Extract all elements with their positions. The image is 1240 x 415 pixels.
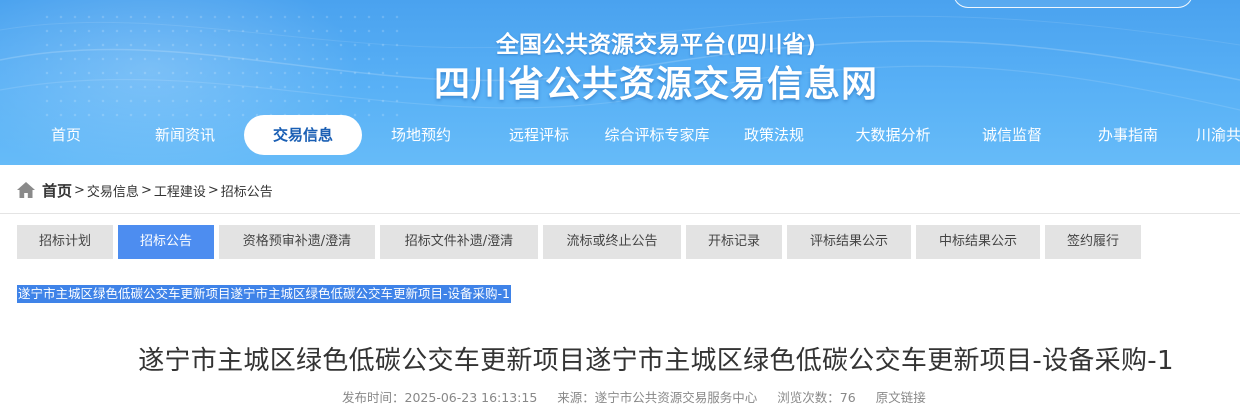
- breadcrumb-separator: >: [207, 182, 219, 198]
- original-link[interactable]: 原文链接: [876, 390, 926, 405]
- tab-contract-performance[interactable]: 签约履行: [1045, 225, 1141, 259]
- search-input[interactable]: [953, 0, 1193, 8]
- nav-item-chuanyu[interactable]: 川渝共: [1196, 115, 1240, 155]
- header-banner: 全国公共资源交易平台(四川省) 四川省公共资源交易信息网 首页 新闻资讯 交易信…: [0, 0, 1240, 165]
- breadcrumb-engineering[interactable]: 工程建设: [154, 181, 206, 200]
- publish-time-value: 2025-06-23 16:13:15: [404, 390, 538, 405]
- nav-item-policy[interactable]: 政策法规: [728, 115, 820, 155]
- source-label: 来源：: [557, 390, 595, 405]
- publish-time: 发布时间：2025-06-23 16:13:15: [342, 390, 537, 405]
- site-title: 四川省公共资源交易信息网: [433, 64, 878, 105]
- tab-tender-doc-addendum[interactable]: 招标文件补遗/澄清: [380, 225, 538, 259]
- breadcrumb-home[interactable]: 首页: [42, 180, 72, 201]
- tab-prequalification-addendum[interactable]: 资格预审补遗/澄清: [219, 225, 375, 259]
- home-icon: [17, 182, 35, 198]
- divider: [0, 213, 1240, 214]
- nav-item-big-data[interactable]: 大数据分析: [838, 115, 948, 155]
- nav-item-guide[interactable]: 办事指南: [1082, 115, 1174, 155]
- article-meta: 发布时间：2025-06-23 16:13:15 来源：遂宁市公共资源交易服务中…: [342, 389, 942, 407]
- nav-item-credit[interactable]: 诚信监督: [966, 115, 1058, 155]
- view-count: 浏览次数：76: [777, 390, 855, 405]
- nav-item-venue-booking[interactable]: 场地预约: [375, 115, 467, 155]
- tab-award-result[interactable]: 中标结果公示: [916, 225, 1040, 259]
- source-value: 遂宁市公共资源交易服务中心: [594, 390, 758, 405]
- main-nav: 首页 新闻资讯 交易信息 场地预约 远程评标 综合评标专家库 政策法规 大数据分…: [0, 115, 1240, 155]
- site-subtitle: 全国公共资源交易平台(四川省): [495, 32, 817, 58]
- source: 来源：遂宁市公共资源交易服务中心: [557, 390, 757, 405]
- article-title: 遂宁市主城区绿色低碳公交车更新项目遂宁市主城区绿色低碳公交车更新项目-设备采购-…: [138, 346, 1174, 376]
- nav-item-home[interactable]: 首页: [30, 115, 102, 155]
- view-count-value: 76: [839, 390, 856, 405]
- tab-tender-plan[interactable]: 招标计划: [17, 225, 113, 259]
- breadcrumb-tender-notice[interactable]: 招标公告: [221, 181, 273, 200]
- view-count-label: 浏览次数：: [777, 390, 840, 405]
- nav-item-remote-evaluation[interactable]: 远程评标: [493, 115, 585, 155]
- publish-time-label: 发布时间：: [342, 390, 405, 405]
- tab-evaluation-result[interactable]: 评标结果公示: [787, 225, 911, 259]
- selected-project-title[interactable]: 遂宁市主城区绿色低碳公交车更新项目遂宁市主城区绿色低碳公交车更新项目-设备采购-…: [17, 285, 511, 303]
- nav-item-trade-info[interactable]: 交易信息: [244, 115, 362, 155]
- tab-tender-notice[interactable]: 招标公告: [118, 225, 214, 259]
- breadcrumb-separator: >: [140, 182, 152, 198]
- tab-bid-opening-record[interactable]: 开标记录: [686, 225, 782, 259]
- tab-failed-or-terminated[interactable]: 流标或终止公告: [543, 225, 681, 259]
- nav-item-news[interactable]: 新闻资讯: [140, 115, 230, 155]
- breadcrumb: 首页 > 交易信息 > 工程建设 > 招标公告: [16, 178, 273, 202]
- breadcrumb-trade-info[interactable]: 交易信息: [87, 181, 139, 200]
- nav-item-expert-database[interactable]: 综合评标专家库: [596, 115, 718, 155]
- breadcrumb-separator: >: [74, 182, 85, 198]
